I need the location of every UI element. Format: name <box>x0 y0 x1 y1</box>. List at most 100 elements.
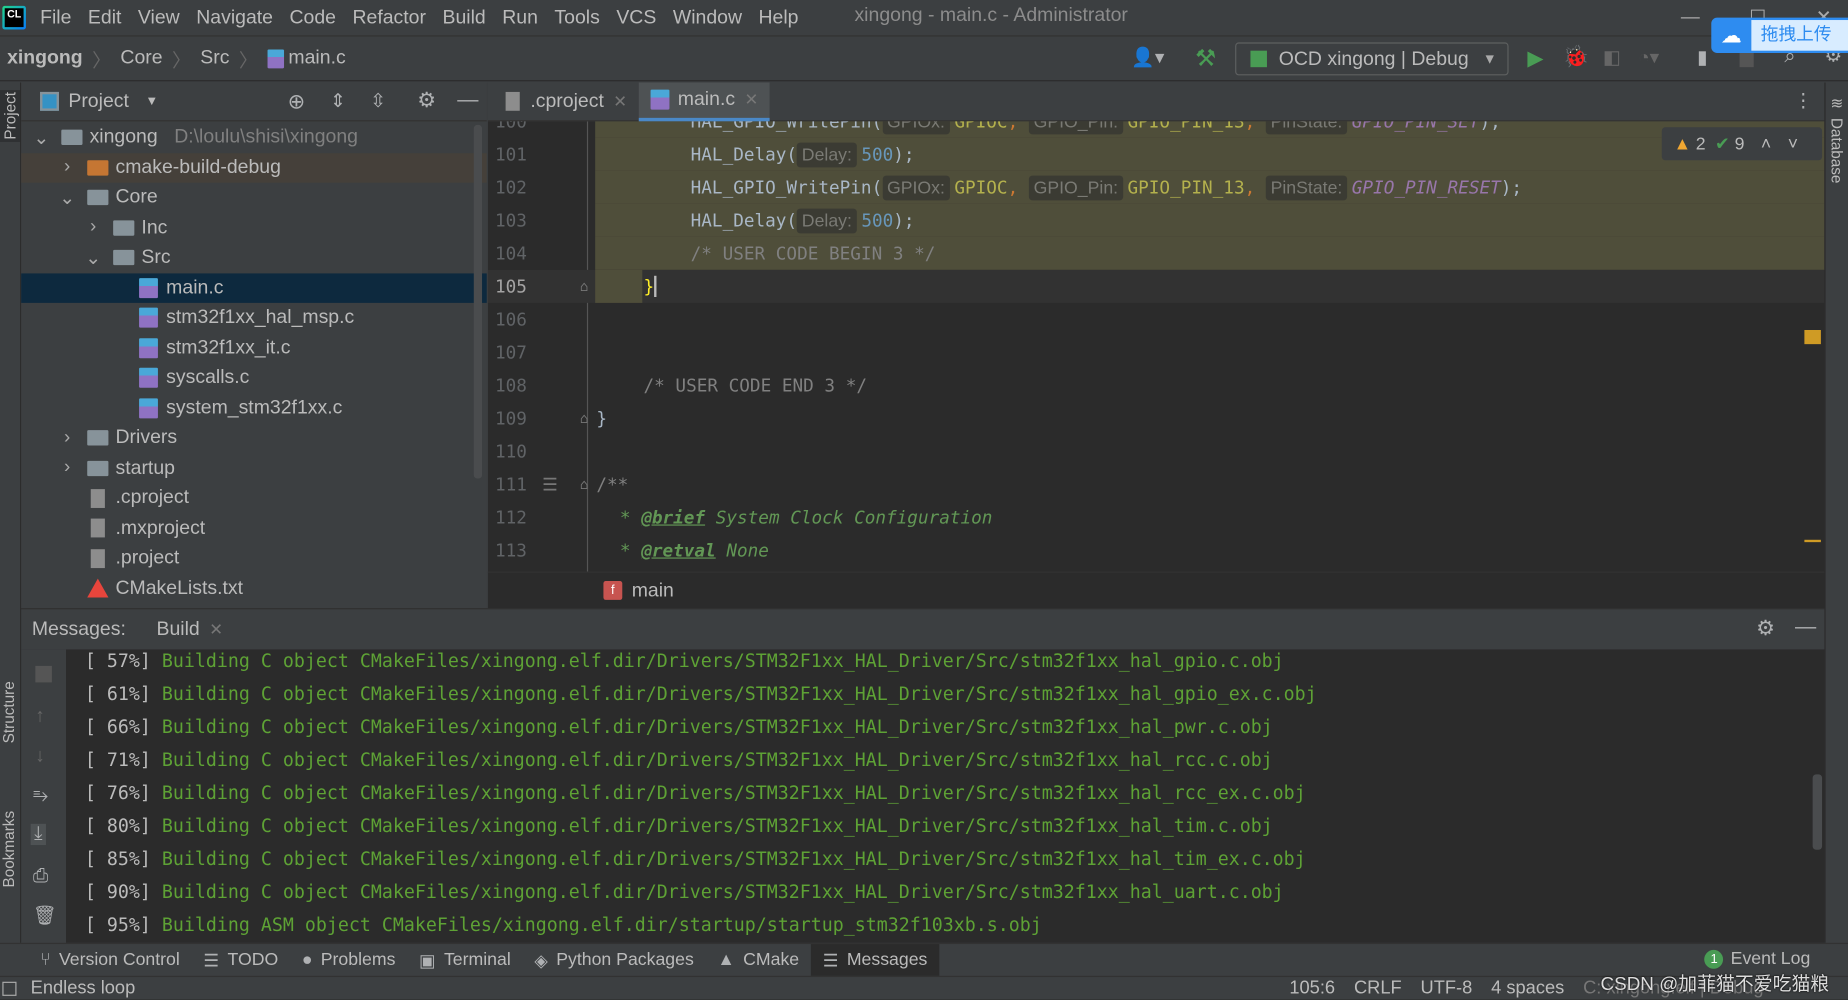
menu-file[interactable]: File <box>40 6 71 28</box>
tool-window-cmake[interactable]: ▲ CMake <box>706 943 811 976</box>
menu-window[interactable]: Window <box>673 6 742 28</box>
tree-item[interactable]: stm32f1xx_hal_msp.c <box>21 303 487 332</box>
tool-window-terminal[interactable]: ▣ Terminal <box>407 943 522 976</box>
tree-scrollbar[interactable] <box>473 124 483 479</box>
stop-icon[interactable] <box>35 665 52 683</box>
tree-item[interactable]: › cmake-build-debug <box>21 152 487 183</box>
hide-icon[interactable]: — <box>457 87 478 112</box>
tree-item[interactable]: › Inc <box>21 213 487 242</box>
tool-window-version-control[interactable]: ⑂ Version Control <box>28 943 191 976</box>
breadcrumb-item[interactable]: main.c <box>288 47 345 69</box>
print-icon[interactable]: ⎙ <box>33 866 48 887</box>
tree-item[interactable]: system_stm32f1xx.c <box>21 393 487 422</box>
minimize-button[interactable]: — <box>1681 7 1700 28</box>
tree-item[interactable]: CMakeLists.txt <box>21 573 487 602</box>
gear-icon[interactable]: ⚙ <box>1756 616 1775 641</box>
tree-item[interactable]: .mxproject <box>21 513 487 542</box>
tree-item[interactable]: ⌄ Core <box>21 183 487 212</box>
close-tab-icon[interactable]: ✕ <box>745 90 759 110</box>
caret-position[interactable]: 105:6 <box>1289 978 1335 999</box>
inspection-widget[interactable]: ▲ 2 ✔ 9 ˄ ˅ <box>1661 127 1823 161</box>
code-area[interactable]: 100 HAL_GPIO_WritePin(GPIOx: GPIOC, GPIO_P… <box>487 121 1825 572</box>
profile-icon[interactable]: ◔▾ <box>1638 46 1659 70</box>
attach-icon[interactable]: ▮ <box>1697 46 1707 70</box>
tool-window-messages[interactable]: ☰ Messages <box>810 943 940 977</box>
expand-all-icon[interactable]: ⇕ <box>330 90 346 114</box>
chevron-right-icon[interactable]: › <box>59 427 75 448</box>
line-separator[interactable]: CRLF <box>1354 978 1402 999</box>
menu-code[interactable]: Code <box>289 6 335 28</box>
warning-marker[interactable] <box>1804 539 1821 543</box>
tree-item[interactable]: syscalls.c <box>21 363 487 392</box>
tree-item[interactable]: › Drivers <box>21 423 487 452</box>
chevron-right-icon[interactable]: › <box>59 457 75 478</box>
soft-wrap-icon[interactable]: ⥱ <box>33 786 48 807</box>
run-configuration-select[interactable]: OCD xingong | Debug ▼ <box>1235 42 1509 76</box>
breadcrumb-item[interactable]: Core <box>120 47 162 69</box>
gear-icon[interactable]: ⚙ <box>417 88 436 113</box>
tool-window-problems[interactable]: ● Problems <box>290 943 407 976</box>
tab-cproject[interactable]: .cproject ✕ <box>490 82 639 121</box>
chevron-down-icon[interactable]: ⌄ <box>85 246 101 270</box>
build-hammer-icon[interactable]: ⚒ <box>1195 44 1216 73</box>
menu-navigate[interactable]: Navigate <box>196 6 273 28</box>
upload-widget[interactable]: ☁ 拖拽上传 <box>1711 17 1848 54</box>
database-tool-button[interactable]: Database <box>1828 118 1846 184</box>
more-icon[interactable]: ⋮ <box>1794 90 1813 114</box>
previous-highlight-icon[interactable]: ˄ <box>1761 134 1771 154</box>
tree-item[interactable]: .project <box>21 543 487 572</box>
database-icon[interactable]: ≋ <box>1826 94 1848 113</box>
menu-vcs[interactable]: VCS <box>616 6 656 28</box>
fold-icon[interactable]: ⌂ <box>580 402 589 435</box>
tree-item[interactable]: ⌄ Src <box>21 243 487 272</box>
menu-view[interactable]: View <box>138 6 180 28</box>
coverage-icon[interactable]: ◧ <box>1603 46 1621 70</box>
tree-item[interactable]: ⌄ xingong D:\loulu\shisi\xingong <box>21 123 487 152</box>
warning-marker[interactable] <box>1804 329 1821 345</box>
breadcrumb-item[interactable]: xingong <box>7 47 83 69</box>
account-icon[interactable]: 👤▾ <box>1131 46 1164 70</box>
bookmarks-tool-button[interactable]: Bookmarks <box>0 811 18 888</box>
close-tab-icon[interactable]: ✕ <box>613 91 627 111</box>
run-icon[interactable]: ▶ <box>1527 46 1543 71</box>
event-log-button[interactable]: 1 Event Log <box>1704 949 1810 969</box>
trash-icon[interactable]: 🗑 <box>33 904 57 928</box>
tool-window-python-packages[interactable]: ◈ Python Packages <box>523 943 706 976</box>
console-scrollbar[interactable] <box>1812 774 1823 850</box>
menu-tools[interactable]: Tools <box>554 6 599 28</box>
chevron-right-icon[interactable]: › <box>59 157 75 178</box>
chevron-down-icon[interactable]: ▼ <box>145 94 158 108</box>
file-encoding[interactable]: UTF-8 <box>1421 978 1473 999</box>
tree-item[interactable]: main.c <box>21 272 487 303</box>
tab-build[interactable]: Build <box>157 618 200 640</box>
tab-mainc[interactable]: main.c ✕ <box>638 81 771 121</box>
tree-item[interactable]: › startup <box>21 453 487 482</box>
fold-icon[interactable]: ⌂ <box>580 270 589 303</box>
structure-tool-button[interactable]: Structure <box>0 681 18 743</box>
menu-refactor[interactable]: Refactor <box>352 6 425 28</box>
function-crumb[interactable]: main <box>632 579 674 601</box>
debug-icon[interactable]: 🐞 <box>1563 45 1589 70</box>
breadcrumb-item[interactable]: Src <box>200 47 229 69</box>
close-tab-icon[interactable]: ✕ <box>209 619 223 639</box>
tree-item[interactable]: .cproject <box>21 483 487 512</box>
project-tool-button[interactable]: Project <box>0 89 21 142</box>
tool-window-todo[interactable]: ☰ TODO <box>192 943 290 976</box>
hide-icon[interactable]: — <box>1795 614 1816 639</box>
menu-help[interactable]: Help <box>759 6 799 28</box>
arrow-up-icon[interactable]: ↑ <box>35 706 44 727</box>
fold-icon[interactable]: ⌂ <box>580 468 589 501</box>
project-view-select[interactable]: Project <box>68 90 129 112</box>
chevron-down-icon[interactable]: ⌄ <box>59 186 75 210</box>
stop-icon[interactable] <box>1739 50 1754 68</box>
scroll-to-end-icon[interactable]: ⤓ <box>30 823 47 846</box>
chevron-right-icon[interactable]: › <box>85 217 101 238</box>
menu-build[interactable]: Build <box>442 6 485 28</box>
chevron-down-icon[interactable]: ⌄ <box>33 126 49 150</box>
status-toggle-icon[interactable] <box>2 981 17 996</box>
indent-setting[interactable]: 4 spaces <box>1491 978 1564 999</box>
menu-run[interactable]: Run <box>502 6 538 28</box>
locate-icon[interactable]: ⊕ <box>288 90 306 115</box>
doc-render-icon[interactable]: ☰ <box>542 468 558 501</box>
menu-edit[interactable]: Edit <box>88 6 122 28</box>
